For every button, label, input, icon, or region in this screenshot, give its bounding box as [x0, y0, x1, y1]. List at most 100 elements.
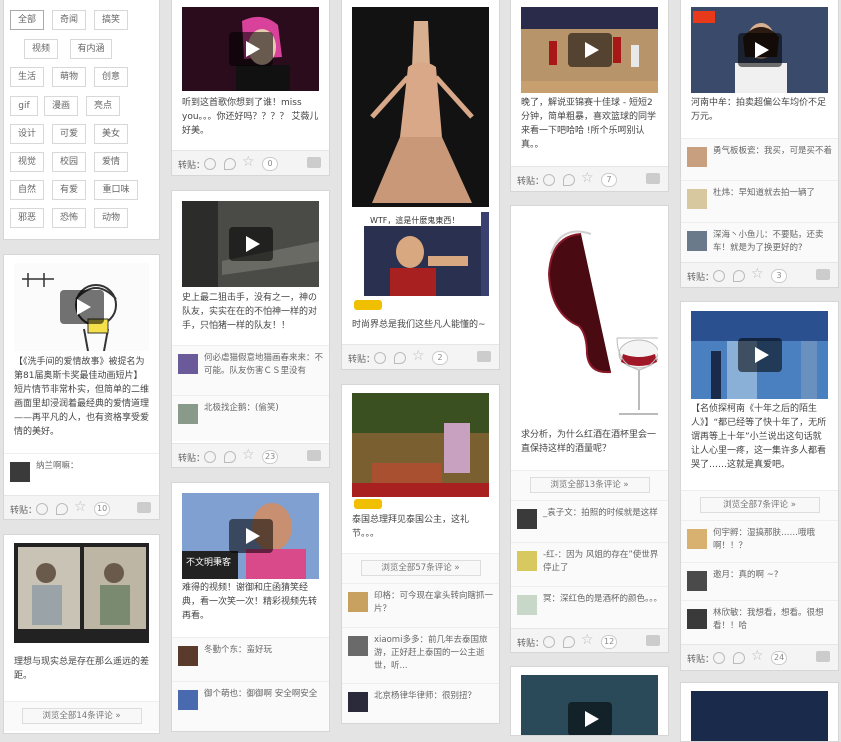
tag-campus[interactable]: 校园 [52, 152, 86, 172]
avatar[interactable] [10, 462, 30, 482]
tag-evil[interactable]: 邪恶 [10, 208, 44, 228]
share-icon[interactable] [224, 451, 236, 463]
comment-item: xiaomi多多：前几年去泰国旅游，正好赶上泰国的一公主逝世，听... [342, 627, 499, 683]
tag-highlight[interactable]: 亮点 [86, 96, 120, 116]
play-icon[interactable] [59, 290, 104, 324]
tag-animal[interactable]: 动物 [94, 208, 128, 228]
comment-count: 0 [262, 157, 278, 171]
tag-neihan[interactable]: 有内涵 [70, 39, 112, 59]
avatar[interactable] [348, 636, 368, 656]
tag-gaoxiao[interactable]: 搞笑 [94, 10, 128, 30]
image-thumbnail[interactable] [14, 543, 149, 643]
star-icon[interactable]: ☆ [751, 266, 764, 282]
image-thumbnail[interactable] [352, 393, 489, 497]
tag-design[interactable]: 设计 [10, 124, 44, 144]
tag-nature[interactable]: 自然 [10, 180, 44, 200]
video-thumbnail[interactable] [14, 263, 149, 351]
avatar[interactable] [178, 690, 198, 710]
star-icon[interactable]: ☆ [412, 348, 425, 364]
play-icon[interactable] [228, 227, 273, 261]
avatar[interactable] [687, 571, 707, 591]
play-icon[interactable] [228, 32, 273, 66]
play-icon[interactable] [228, 519, 273, 553]
view-all-comments-link[interactable]: 浏览全部13条评论 » [529, 477, 650, 493]
avatar[interactable] [687, 189, 707, 209]
share-icon[interactable] [394, 352, 406, 364]
comment-icon[interactable] [307, 157, 321, 168]
tag-horror[interactable]: 恐怖 [52, 208, 86, 228]
weibo-icon[interactable] [713, 652, 725, 664]
tag-visual[interactable]: 视觉 [10, 152, 44, 172]
weibo-icon[interactable] [543, 174, 555, 186]
avatar[interactable] [348, 692, 368, 712]
avatar[interactable] [517, 595, 537, 615]
share-icon[interactable] [563, 636, 575, 648]
comment-icon[interactable] [307, 450, 321, 461]
tag-love[interactable]: 爱情 [94, 152, 128, 172]
weibo-icon[interactable] [36, 503, 48, 515]
comment-icon[interactable] [646, 635, 660, 646]
tag-life[interactable]: 生活 [10, 67, 44, 87]
video-thumbnail[interactable] [182, 7, 319, 91]
share-icon[interactable] [563, 174, 575, 186]
avatar[interactable] [178, 646, 198, 666]
play-icon[interactable] [737, 338, 782, 372]
weibo-icon[interactable] [374, 352, 386, 364]
comment-icon[interactable] [477, 351, 491, 362]
tag-cute-things[interactable]: 萌物 [52, 67, 86, 87]
comment-icon[interactable] [137, 502, 151, 513]
play-icon[interactable] [567, 33, 612, 67]
view-all-comments-link[interactable]: 浏览全部7条评论 » [699, 497, 820, 513]
comment-icon[interactable] [816, 269, 830, 280]
video-thumbnail[interactable] [691, 691, 828, 741]
weibo-icon[interactable] [543, 636, 555, 648]
tag-lovely[interactable]: 可爱 [52, 124, 86, 144]
share-icon[interactable] [56, 503, 68, 515]
avatar[interactable] [178, 404, 198, 424]
avatar[interactable] [687, 609, 707, 629]
avatar[interactable] [517, 551, 537, 571]
star-icon[interactable]: ☆ [242, 447, 255, 463]
star-icon[interactable]: ☆ [74, 499, 87, 515]
view-all-comments-link[interactable]: 浏览全部57条评论 » [360, 560, 481, 576]
star-icon[interactable]: ☆ [242, 154, 255, 170]
tag-creative[interactable]: 创意 [94, 67, 128, 87]
avatar[interactable] [687, 147, 707, 167]
video-thumbnail[interactable] [691, 7, 828, 93]
star-icon[interactable]: ☆ [581, 632, 594, 648]
video-thumbnail[interactable] [521, 7, 658, 93]
weibo-icon[interactable] [204, 158, 216, 170]
tag-comic[interactable]: 漫画 [44, 96, 78, 116]
play-icon[interactable] [737, 33, 782, 67]
image-thumbnail[interactable]: WTF，這是什麼鬼東西！ [364, 212, 489, 296]
tag-beauty[interactable]: 美女 [94, 124, 128, 144]
tag-qiwen[interactable]: 奇闻 [52, 10, 86, 30]
comment-icon[interactable] [646, 173, 660, 184]
avatar[interactable] [687, 231, 707, 251]
tag-heavy[interactable]: 重口味 [94, 180, 138, 200]
comment-icon[interactable] [816, 651, 830, 662]
star-icon[interactable]: ☆ [751, 648, 764, 664]
tag-youai[interactable]: 有爱 [52, 180, 86, 200]
share-icon[interactable] [224, 158, 236, 170]
avatar[interactable] [687, 529, 707, 549]
ceremony-image [352, 393, 489, 497]
image-thumbnail[interactable] [521, 214, 658, 424]
avatar[interactable] [517, 509, 537, 529]
video-thumbnail[interactable] [182, 201, 319, 287]
weibo-icon[interactable] [204, 451, 216, 463]
share-icon[interactable] [733, 270, 745, 282]
play-icon[interactable] [567, 702, 612, 735]
tag-gif[interactable]: gif [10, 96, 38, 116]
avatar[interactable] [178, 354, 198, 374]
share-icon[interactable] [733, 652, 745, 664]
star-icon[interactable]: ☆ [581, 170, 594, 186]
video-thumbnail[interactable] [691, 311, 828, 399]
image-thumbnail[interactable] [352, 7, 489, 207]
tag-all[interactable]: 全部 [10, 10, 44, 30]
tag-video[interactable]: 视频 [24, 39, 58, 59]
video-thumbnail[interactable] [521, 675, 658, 735]
weibo-icon[interactable] [713, 270, 725, 282]
video-thumbnail[interactable]: 不文明秉客 [182, 493, 319, 579]
avatar[interactable] [348, 592, 368, 612]
